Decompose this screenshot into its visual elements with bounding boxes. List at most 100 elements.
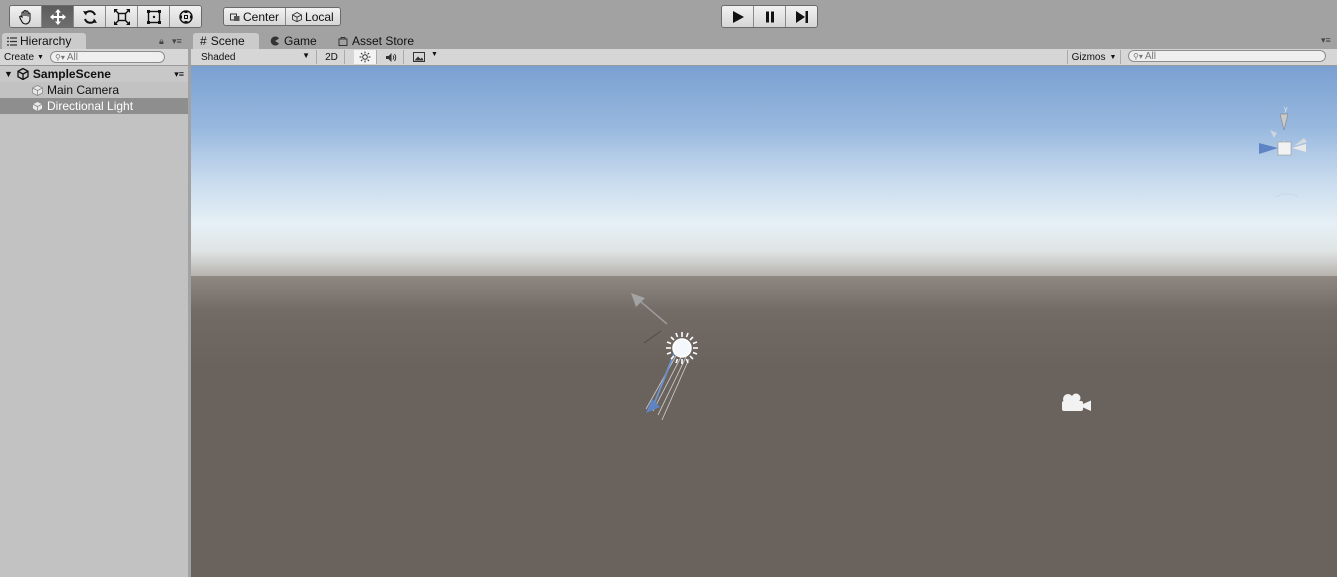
- pivot-center-icon: [230, 13, 240, 21]
- tab-scene-label: Scene: [210, 34, 245, 48]
- search-icon: ⚲▾: [54, 52, 65, 62]
- panel-menu-icon[interactable]: ▾≡: [172, 36, 182, 47]
- shading-mode-dropdown[interactable]: Shaded ▼: [193, 50, 317, 64]
- hierarchy-tab-row: Hierarchy 🔒︎ ▾≡: [0, 33, 188, 49]
- scene-tab-row: # Scene Game Asset Store ▾≡: [191, 33, 1337, 49]
- scene-root-row[interactable]: ▼ SampleScene ▾≡: [0, 66, 188, 82]
- directional-light-gizmo[interactable]: [616, 281, 726, 431]
- scale-tool-button[interactable]: [106, 6, 138, 27]
- hand-icon: [18, 9, 31, 25]
- pause-icon: [765, 11, 774, 22]
- play-controls: [721, 5, 818, 28]
- ground-plane: [191, 276, 1337, 577]
- toggle-2d-button[interactable]: 2D: [319, 50, 345, 64]
- pause-button[interactable]: [754, 6, 786, 27]
- step-icon: [795, 10, 808, 23]
- step-button[interactable]: [786, 6, 817, 27]
- expand-arrow-icon[interactable]: ▼: [4, 69, 13, 79]
- hierarchy-item-label: Directional Light: [47, 99, 134, 113]
- tab-asset-store-label: Asset Store: [352, 34, 415, 48]
- camera-gizmo-icon[interactable]: [1058, 390, 1094, 416]
- rect-tool-button[interactable]: [138, 6, 170, 27]
- gameobject-cube-icon: [32, 100, 43, 112]
- hierarchy-item-directional-light[interactable]: Directional Light: [0, 98, 188, 114]
- hierarchy-search-placeholder: All: [66, 51, 78, 63]
- toggle-2d-label: 2D: [325, 51, 338, 63]
- pivot-toggles: Center Local: [223, 7, 341, 26]
- scene-viewport[interactable]: y z: [191, 66, 1337, 577]
- rotate-tool-button[interactable]: [74, 6, 106, 27]
- chevron-down-icon[interactable]: ▼: [431, 51, 438, 58]
- transform-icon: [178, 9, 193, 24]
- pacman-icon: [270, 36, 279, 46]
- chevron-down-icon: ▼: [37, 53, 44, 61]
- y-axis-arrow-icon[interactable]: [631, 293, 645, 307]
- sun-icon: [359, 51, 371, 63]
- rotate-icon: [82, 9, 97, 24]
- pivot-space-label: Local: [305, 9, 334, 24]
- scene-effects-dropdown[interactable]: [407, 50, 431, 64]
- x-axis-handle[interactable]: [643, 330, 662, 344]
- sun-icon: [666, 332, 698, 364]
- panel-menu-icon[interactable]: ▾≡: [1321, 35, 1331, 46]
- local-cube-icon: [292, 11, 302, 22]
- main-toolbar: Center Local: [0, 0, 1337, 32]
- tab-hierarchy[interactable]: Hierarchy: [2, 33, 86, 49]
- hierarchy-toolbar: Create ▼ ⚲▾ All: [0, 49, 188, 66]
- play-icon: [732, 10, 744, 23]
- pivot-center-button[interactable]: Center: [224, 8, 287, 25]
- chevron-down-icon: ▼: [1109, 53, 1117, 61]
- scene-audio-toggle[interactable]: [380, 50, 404, 64]
- scene-search-input[interactable]: ⚲▾ All: [1128, 50, 1326, 62]
- grid-icon: #: [200, 34, 207, 48]
- chevron-down-icon: ▼: [302, 51, 310, 60]
- speaker-icon: [386, 52, 397, 62]
- hierarchy-panel: Hierarchy 🔒︎ ▾≡ Create ▼ ⚲▾ All ▼ Sample…: [0, 33, 188, 577]
- transform-tool-button[interactable]: [170, 6, 201, 27]
- transform-tools: [9, 5, 202, 28]
- gizmo-y-cone-icon[interactable]: [1279, 113, 1289, 131]
- list-icon: [7, 36, 17, 46]
- hierarchy-tab-label: Hierarchy: [20, 34, 72, 48]
- image-icon: [413, 52, 425, 62]
- tab-game[interactable]: Game: [263, 33, 324, 49]
- move-tool-button[interactable]: [42, 6, 74, 27]
- rect-icon: [146, 9, 161, 24]
- hierarchy-item-label: Main Camera: [47, 83, 120, 97]
- pivot-center-label: Center: [243, 9, 280, 24]
- gizmo-z-cone-icon[interactable]: [1259, 143, 1278, 154]
- gizmo-center-cube-icon[interactable]: [1277, 141, 1292, 156]
- hand-tool-button[interactable]: [10, 6, 42, 27]
- store-icon: [338, 37, 348, 46]
- persp-label-icon: [1275, 193, 1299, 198]
- tab-scene[interactable]: # Scene: [193, 33, 259, 49]
- gizmos-dropdown[interactable]: Gizmos ▼: [1067, 50, 1121, 64]
- scene-menu-icon[interactable]: ▾≡: [174, 69, 184, 80]
- hierarchy-search-input[interactable]: ⚲▾ All: [49, 51, 165, 63]
- lock-icon[interactable]: 🔒︎: [159, 36, 164, 47]
- unity-logo-icon: [17, 68, 29, 80]
- tab-asset-store[interactable]: Asset Store: [331, 33, 421, 49]
- scene-orientation-gizmo[interactable]: y z: [1252, 102, 1322, 202]
- gizmo-x-cone-icon[interactable]: [1292, 144, 1306, 152]
- scene-search-placeholder: All: [1144, 50, 1156, 62]
- gizmo-neg-x-cone-icon[interactable]: [1270, 130, 1277, 138]
- skybox: [191, 66, 1337, 286]
- scene-toolbar: Shaded ▼ 2D ▼ Gizmos ▼ ⚲▾ All: [191, 49, 1337, 66]
- scene-name: SampleScene: [32, 67, 111, 81]
- create-label: Create: [4, 51, 35, 63]
- play-button[interactable]: [722, 6, 754, 27]
- hierarchy-item-main-camera[interactable]: Main Camera: [0, 82, 188, 98]
- gizmo-y-letter: y: [1284, 106, 1288, 113]
- search-icon: ⚲▾: [1133, 51, 1143, 61]
- create-dropdown[interactable]: Create ▼: [4, 52, 44, 63]
- tab-game-label: Game: [284, 34, 317, 48]
- gameobject-cube-icon: [32, 84, 43, 96]
- scale-icon: [113, 8, 130, 25]
- gizmos-label: Gizmos: [1071, 51, 1106, 63]
- move-arrows-icon: [49, 8, 66, 25]
- shading-mode-label: Shaded: [201, 51, 236, 63]
- scene-panel: # Scene Game Asset Store ▾≡ Shaded ▼ 2D: [191, 33, 1337, 577]
- scene-lighting-toggle[interactable]: [354, 50, 377, 64]
- pivot-space-button[interactable]: Local: [286, 8, 340, 25]
